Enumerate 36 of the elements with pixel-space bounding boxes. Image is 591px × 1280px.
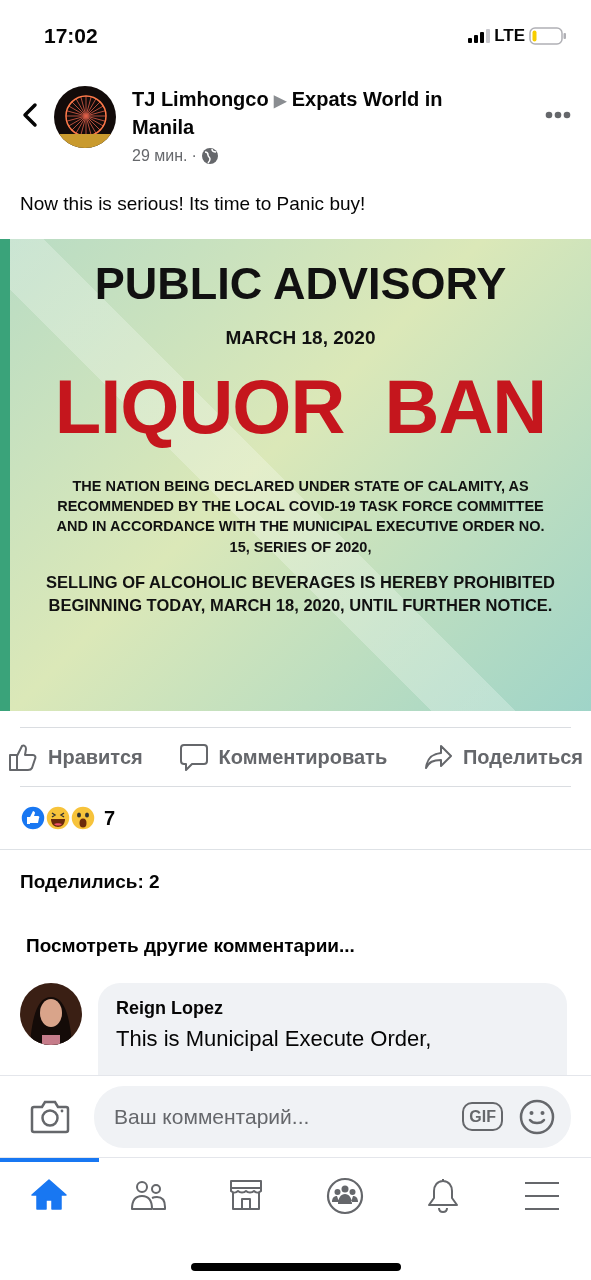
gif-button[interactable]: GIF [462, 1101, 503, 1132]
poster-title: PUBLIC ADVISORY [93, 258, 508, 308]
post-time[interactable]: 29 мин. [132, 144, 188, 168]
comment-field[interactable]: Ваш комментарий... GIF [94, 1085, 571, 1148]
like-button[interactable]: Нравится [8, 741, 143, 772]
smiley-icon [519, 1098, 555, 1135]
dot-separator: · [191, 146, 197, 166]
more-comments-link[interactable]: Посмотреть другие комментарии... [0, 914, 381, 983]
like-reaction-icon [20, 804, 46, 831]
globe-icon [200, 147, 219, 165]
network-label: LTE [494, 25, 525, 48]
surprised-emoji-icon [70, 804, 96, 831]
more-icon [545, 110, 571, 119]
camera-button[interactable] [30, 1098, 70, 1135]
back-icon [22, 102, 38, 128]
battery-icon [529, 27, 567, 45]
poster-paragraph: THE NATION BEING DECLARED UNDER STATE OF CALAMITY, AS RECOMMENDED BY THE LOCAL COVID-19 TASK FORCE COMMITTEE AND IN ACCORDANCE WITH THE MUNICIPAL EXECUTIVE ORDER NO. 15, SERIES OF 2020, [55, 476, 546, 557]
comment-text: This is Municipal Execute Order, [116, 1024, 433, 1053]
back-button[interactable] [22, 102, 38, 128]
share-count[interactable]: Поделились: 2 [0, 849, 591, 914]
post-text: Now this is serious! Its time to Panic buy! [19, 192, 367, 216]
speech-bubble-icon [178, 741, 211, 772]
poster-headline: LIQUOR BAN [54, 362, 547, 450]
status-time: 17:02 [44, 23, 98, 50]
poster-paragraph: SELLING OF ALCOHOLIC BEVERAGES IS HEREBY PROHIBITED BEGINNING TODAY, MARCH 18, 2020, UNTIL FURTHER NOTICE. [45, 572, 556, 617]
comment-author[interactable]: Reign Lopez [116, 994, 549, 1022]
signal-icon [468, 29, 491, 43]
poster-date: MARCH 18, 2020 [224, 326, 377, 350]
reaction-count[interactable]: 7 [104, 802, 116, 833]
groups-icon [325, 1177, 364, 1215]
laughing-emoji-icon [45, 804, 71, 831]
share-button[interactable]: Поделиться [422, 741, 583, 772]
post-author-line[interactable]: TJ Limhongco ▶ Expats World in Manila [132, 86, 502, 140]
emoji-button[interactable] [519, 1098, 555, 1135]
comment-button[interactable]: Комментировать [178, 741, 388, 772]
camera-icon [30, 1098, 70, 1135]
